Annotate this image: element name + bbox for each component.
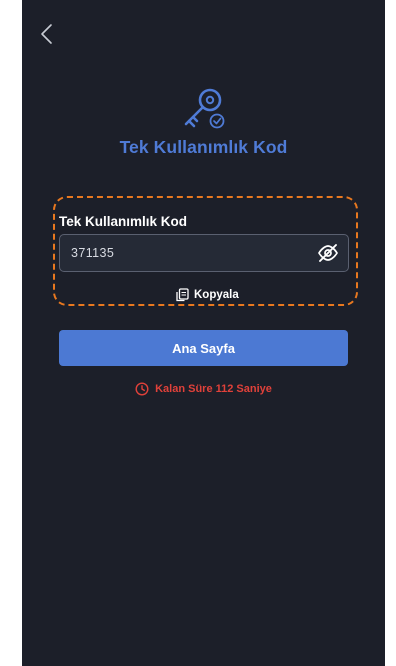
app-screen: Tek Kullanımlık Kod Tek Kullanımlık Kod … xyxy=(22,0,385,666)
eye-off-icon[interactable] xyxy=(317,243,339,263)
clock-icon xyxy=(135,382,149,396)
copy-icon xyxy=(176,288,189,302)
otp-code-field[interactable]: 371135 xyxy=(59,234,349,272)
copy-label: Kopyala xyxy=(194,289,239,301)
page-title: Tek Kullanımlık Kod xyxy=(119,137,288,157)
countdown-timer: Kalan Süre 112 Saniye xyxy=(22,382,385,396)
home-button-label: Ana Sayfa xyxy=(172,340,235,356)
countdown-label: Kalan Süre 112 Saniye xyxy=(155,383,272,395)
otp-code-value[interactable]: 371135 xyxy=(71,246,114,260)
copy-button[interactable]: Kopyala xyxy=(176,286,239,304)
otp-field-label: Tek Kullanımlık Kod xyxy=(59,214,188,229)
home-button[interactable]: Ana Sayfa xyxy=(59,330,348,366)
back-button[interactable] xyxy=(32,20,60,48)
key-with-badge-icon xyxy=(184,88,225,129)
chevron-left-icon xyxy=(41,24,52,44)
